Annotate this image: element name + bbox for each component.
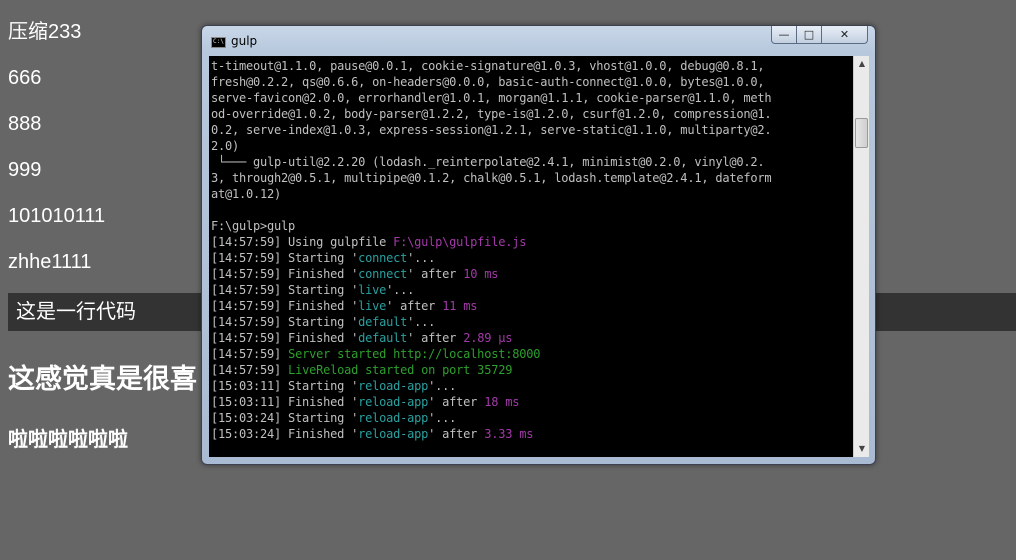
console-text: Server started http://localhost:8000 bbox=[288, 347, 541, 361]
console-text: od-override@1.0.2, body-parser@1.2.2, ty… bbox=[211, 107, 772, 121]
console-text: ' after bbox=[407, 331, 464, 345]
console-line: serve-favicon@2.0.0, errorhandler@1.0.1,… bbox=[211, 90, 853, 106]
console-line: fresh@0.2.2, qs@0.6.6, on-headers@0.0.0,… bbox=[211, 74, 853, 90]
scroll-down-icon[interactable]: ▼ bbox=[854, 441, 870, 457]
page-subheading: 啦啦啦啦啦啦 bbox=[8, 429, 128, 451]
window-title: gulp bbox=[231, 34, 258, 48]
console-text: connect bbox=[358, 251, 408, 265]
console-text: 10 ms bbox=[463, 267, 499, 281]
console-text: 11 ms bbox=[442, 299, 478, 313]
console-text: F:\gulp\gulpfile.js bbox=[393, 235, 527, 249]
console-text: t-timeout@1.1.0, pause@0.0.1, cookie-sig… bbox=[211, 59, 765, 73]
console-line: [15:03:24] Starting 'reload-app'... bbox=[211, 410, 853, 426]
console-text: 0.2, serve-index@1.0.3, express-session@… bbox=[211, 123, 772, 137]
console-text: [14:57:59] Starting ' bbox=[211, 251, 359, 265]
page-heading: 这感觉真是很喜 bbox=[8, 364, 197, 394]
console-text: ' after bbox=[428, 395, 485, 409]
maximize-button[interactable]: □ bbox=[797, 26, 822, 44]
console-line: [15:03:11] Starting 'reload-app'... bbox=[211, 378, 853, 394]
console-text: [14:57:59] Finished ' bbox=[211, 299, 359, 313]
console-text: 3.33 ms bbox=[484, 427, 534, 441]
vertical-scrollbar[interactable]: ▲ ▼ bbox=[853, 56, 869, 457]
console-text: reload-app bbox=[358, 395, 429, 409]
text-line-6: zhhe1111 bbox=[8, 251, 92, 273]
console-text: default bbox=[358, 315, 408, 329]
console-line: 3, through2@0.5.1, multipipe@0.1.2, chal… bbox=[211, 170, 853, 186]
console-text: └─── gulp-util@2.2.20 (lodash._reinterpo… bbox=[211, 155, 765, 169]
console-text: '... bbox=[428, 379, 457, 393]
console-text: 18 ms bbox=[484, 395, 520, 409]
console-text: default bbox=[358, 331, 408, 345]
window-controls: — □ ✕ bbox=[771, 26, 868, 45]
window-titlebar[interactable]: C:\ gulp — □ ✕ bbox=[202, 26, 875, 56]
console-line: [14:57:59] LiveReload started on port 35… bbox=[211, 362, 853, 378]
console-text: [15:03:11] Starting ' bbox=[211, 379, 359, 393]
console-text: [15:03:24] Finished ' bbox=[211, 427, 359, 441]
console-text: serve-favicon@2.0.0, errorhandler@1.0.1,… bbox=[211, 91, 772, 105]
console-text: 2.89 μs bbox=[463, 331, 513, 345]
console-text: [14:57:59] bbox=[211, 363, 289, 377]
console-line: 2.0) bbox=[211, 138, 853, 154]
console-text: [14:57:59] Starting ' bbox=[211, 283, 359, 297]
text-line-1: 压缩233 bbox=[8, 21, 82, 43]
console-line: F:\gulp>gulp bbox=[211, 218, 853, 234]
console-output[interactable]: t-timeout@1.1.0, pause@0.0.1, cookie-sig… bbox=[209, 56, 853, 457]
minimize-button[interactable]: — bbox=[771, 26, 797, 44]
console-text: '... bbox=[407, 251, 436, 265]
console-line: [14:57:59] Starting 'live'... bbox=[211, 282, 853, 298]
console-icon: C:\ bbox=[211, 37, 226, 48]
console-text: reload-app bbox=[358, 379, 429, 393]
console-text: F:\gulp>gulp bbox=[211, 219, 296, 233]
text-line-3: 888 bbox=[8, 113, 42, 135]
console-text: '... bbox=[428, 411, 457, 425]
console-line: [14:57:59] Finished 'live' after 11 ms bbox=[211, 298, 853, 314]
text-line-4: 999 bbox=[8, 159, 42, 181]
console-text: [14:57:59] bbox=[211, 347, 289, 361]
console-text: LiveReload started on port 35729 bbox=[288, 363, 513, 377]
console-text: ' after bbox=[428, 427, 485, 441]
console-line: [14:57:59] Using gulpfile F:\gulp\gulpfi… bbox=[211, 234, 853, 250]
scrollbar-thumb[interactable] bbox=[855, 118, 868, 148]
console-text: '... bbox=[386, 283, 415, 297]
console-text: 3, through2@0.5.1, multipipe@0.1.2, chal… bbox=[211, 171, 772, 185]
console-text: fresh@0.2.2, qs@0.6.6, on-headers@0.0.0,… bbox=[211, 75, 765, 89]
console-text: ' after bbox=[386, 299, 443, 313]
console-text: [14:57:59] Finished ' bbox=[211, 331, 359, 345]
console-text: [14:57:59] Starting ' bbox=[211, 315, 359, 329]
scroll-up-icon[interactable]: ▲ bbox=[854, 56, 870, 72]
console-text: live bbox=[358, 299, 387, 313]
console-text: [14:57:59] Finished ' bbox=[211, 267, 359, 281]
console-text: [15:03:11] Finished ' bbox=[211, 395, 359, 409]
console-text: live bbox=[358, 283, 387, 297]
console-window[interactable]: C:\ gulp — □ ✕ t-timeout@1.1.0, pause@0.… bbox=[201, 25, 876, 465]
console-line: [15:03:24] Finished 'reload-app' after 3… bbox=[211, 426, 853, 442]
console-line: [15:03:11] Finished 'reload-app' after 1… bbox=[211, 394, 853, 410]
console-text: '... bbox=[407, 315, 436, 329]
console-text: at@1.0.12) bbox=[211, 187, 282, 201]
console-text: 2.0) bbox=[211, 139, 240, 153]
console-text: [14:57:59] Using gulpfile bbox=[211, 235, 394, 249]
console-text: reload-app bbox=[358, 411, 429, 425]
console-text: [15:03:24] Starting ' bbox=[211, 411, 359, 425]
console-line: [14:57:59] Finished 'default' after 2.89… bbox=[211, 330, 853, 346]
console-line: [14:57:59] Finished 'connect' after 10 m… bbox=[211, 266, 853, 282]
console-line: at@1.0.12) bbox=[211, 186, 853, 202]
console-line: 0.2, serve-index@1.0.3, express-session@… bbox=[211, 122, 853, 138]
close-button[interactable]: ✕ bbox=[822, 26, 868, 44]
console-line: od-override@1.0.2, body-parser@1.2.2, ty… bbox=[211, 106, 853, 122]
console-line: └─── gulp-util@2.2.20 (lodash._reinterpo… bbox=[211, 154, 853, 170]
text-line-2: 666 bbox=[8, 67, 42, 89]
console-line: [14:57:59] Starting 'default'... bbox=[211, 314, 853, 330]
console-line: [14:57:59] Server started http://localho… bbox=[211, 346, 853, 362]
text-line-5: 101010111 bbox=[8, 205, 106, 227]
console-line: [14:57:59] Starting 'connect'... bbox=[211, 250, 853, 266]
console-text: reload-app bbox=[358, 427, 429, 441]
console-text: connect bbox=[358, 267, 408, 281]
console-line: t-timeout@1.1.0, pause@0.0.1, cookie-sig… bbox=[211, 58, 853, 74]
console-text: ' after bbox=[407, 267, 464, 281]
